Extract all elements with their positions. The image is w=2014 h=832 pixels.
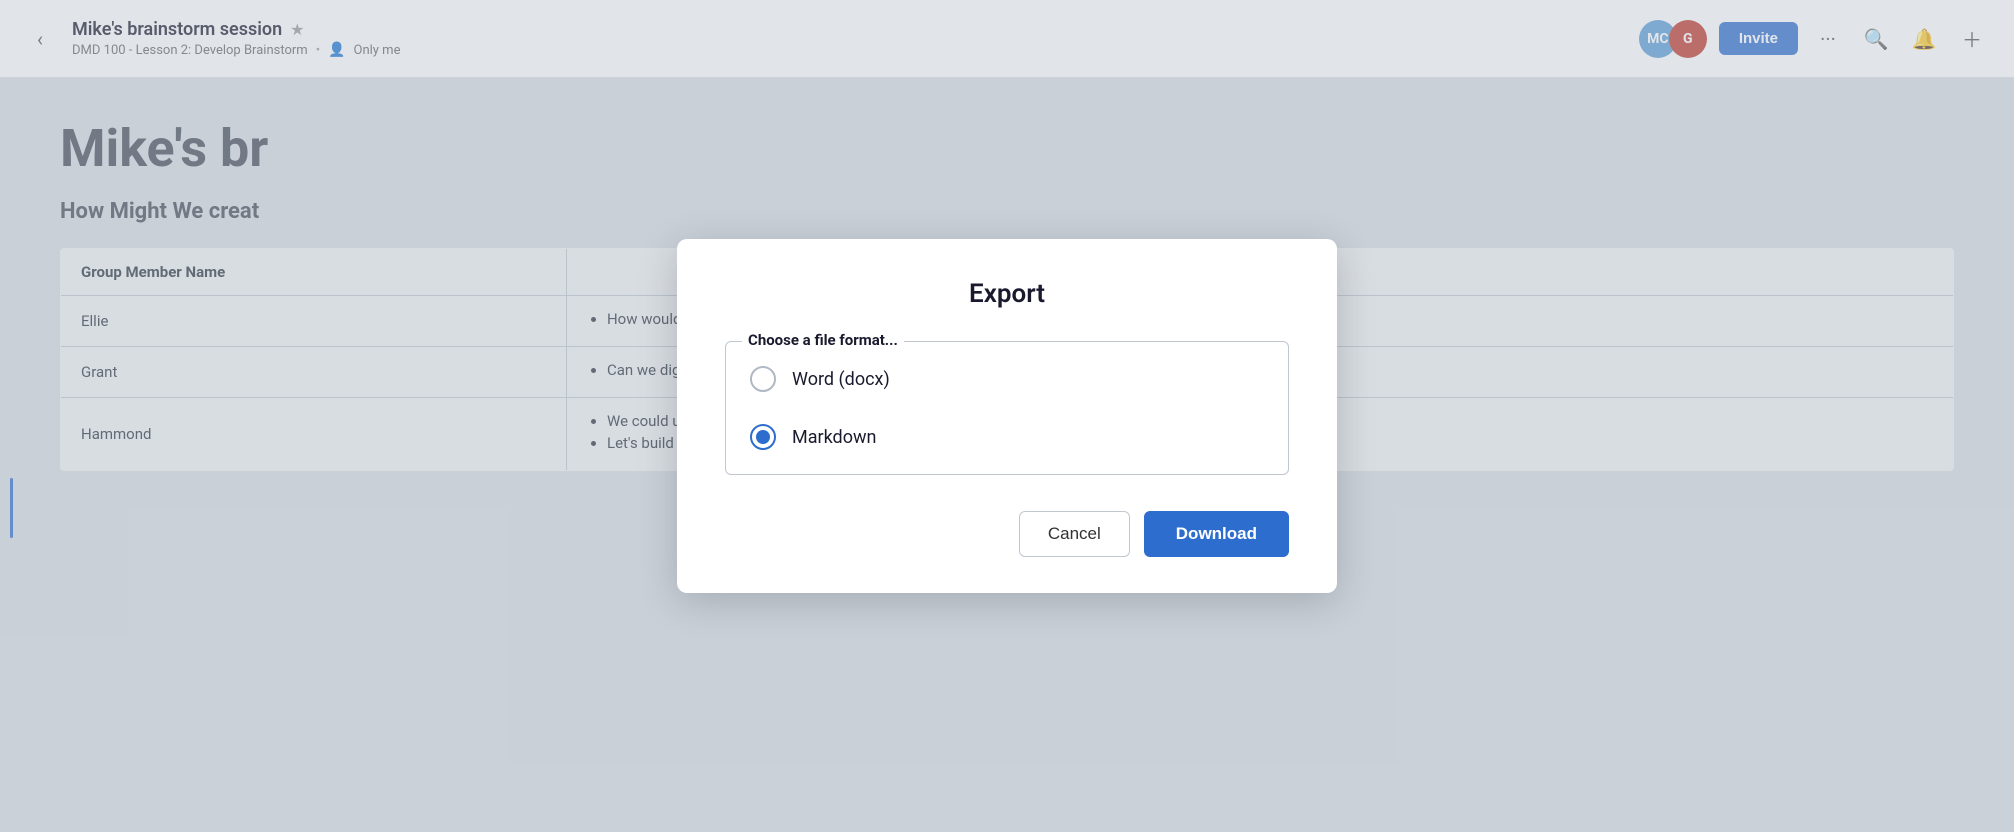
radio-word[interactable] — [750, 366, 776, 392]
format-label-markdown: Markdown — [792, 427, 876, 448]
cancel-button[interactable]: Cancel — [1019, 511, 1130, 557]
format-option-word[interactable]: Word (docx) — [726, 350, 1288, 408]
format-option-markdown[interactable]: Markdown — [726, 408, 1288, 466]
modal-title: Export — [725, 279, 1289, 309]
download-button[interactable]: Download — [1144, 511, 1289, 557]
format-group: Choose a file format... Word (docx) Mark… — [725, 341, 1289, 475]
modal-actions: Cancel Download — [725, 511, 1289, 557]
format-label-word: Word (docx) — [792, 369, 890, 390]
radio-markdown[interactable] — [750, 424, 776, 450]
export-modal: Export Choose a file format... Word (doc… — [677, 239, 1337, 593]
modal-overlay: Export Choose a file format... Word (doc… — [0, 0, 2014, 832]
format-legend: Choose a file format... — [742, 331, 904, 349]
radio-selected-indicator — [756, 430, 770, 444]
